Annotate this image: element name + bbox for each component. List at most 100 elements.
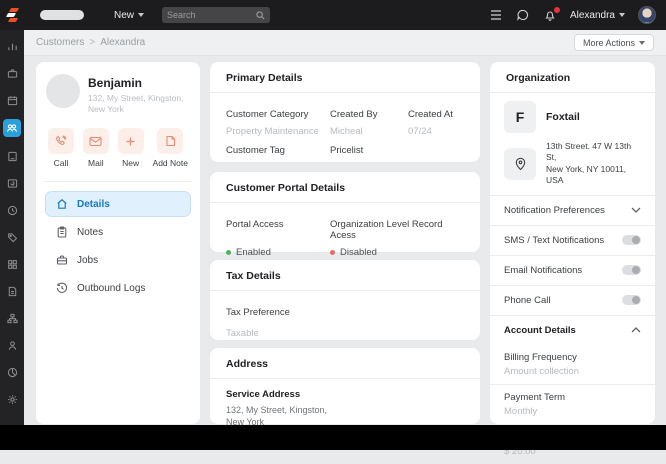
invoices-icon[interactable] (4, 283, 20, 299)
tab-jobs[interactable]: Jobs (46, 248, 190, 272)
home-icon (57, 199, 67, 209)
phone-call-row: Phone Call (490, 284, 655, 315)
field-label: Customer Tag (226, 145, 285, 156)
mail-button[interactable]: Mail (82, 128, 109, 168)
main-content: Benjamin 132, My Street, Kingston, New Y… (24, 56, 666, 457)
sms-notifications-label: SMS / Text Notifications (504, 234, 605, 246)
call-label: Call (53, 158, 69, 169)
more-actions-label: More Actions (582, 37, 635, 48)
field-label: Billing Frequency (504, 351, 577, 363)
organization-name: Foxtail (546, 111, 580, 123)
organization-address: 13th Street. 47 W 13th St, New York, NY … (546, 141, 632, 186)
field-value: Monthly (504, 405, 538, 417)
notification-badge (552, 6, 561, 14)
menu-icon[interactable] (489, 8, 503, 22)
notification-preferences-row[interactable]: Notification Preferences (490, 194, 655, 225)
breadcrumb-bar: Customers > Alexandra More Actions (24, 30, 666, 56)
portal-details-title: Customer Portal Details (210, 172, 480, 203)
quick-actions: Call Mail New Add Note (46, 128, 190, 168)
location-pin-icon (504, 147, 536, 180)
record-access-status: Disabled (330, 243, 464, 258)
field-value: 07/24 (408, 126, 432, 137)
global-search[interactable] (162, 7, 271, 23)
chevron-down-icon (619, 13, 625, 17)
customers-icon[interactable] (3, 119, 21, 137)
status-dot-enabled (226, 250, 231, 255)
more-actions-button[interactable]: More Actions (573, 34, 654, 51)
organization-initial: F (504, 101, 536, 133)
customer-avatar (46, 74, 80, 108)
field-label: Pricelist (330, 145, 364, 156)
address-title: Address (210, 348, 480, 379)
field-value: Taxable (226, 328, 259, 339)
tab-notes-label: Notes (77, 226, 104, 238)
analytics-icon[interactable] (4, 38, 20, 54)
app-logo[interactable] (0, 0, 24, 30)
email-notifications-toggle[interactable] (622, 265, 641, 276)
users-icon[interactable] (4, 337, 20, 353)
email-notifications-row: Email Notifications (490, 254, 655, 285)
quotes-icon[interactable] (4, 175, 20, 191)
search-input[interactable] (167, 10, 257, 20)
timesheet-icon[interactable] (4, 202, 20, 218)
jobs-icon[interactable] (4, 65, 20, 81)
portal-details-card: Customer Portal Details Portal Access Or… (210, 172, 480, 258)
breadcrumb: Customers > Alexandra (36, 37, 145, 48)
field-label: Portal Access (226, 219, 284, 230)
user-avatar[interactable] (638, 6, 656, 24)
call-button[interactable]: Call (48, 128, 74, 168)
divider (44, 181, 192, 183)
organization-card: Organization F Foxtail 13th Street. 47 W… (490, 62, 655, 457)
add-note-button[interactable]: Add Note (153, 128, 188, 168)
new-label: New (122, 158, 140, 169)
add-note-label: Add Note (152, 158, 188, 169)
tax-details-title: Tax Details (210, 260, 480, 291)
teams-icon[interactable] (4, 310, 20, 326)
search-icon (256, 10, 265, 19)
organization-title: Organization (490, 62, 655, 93)
sms-notifications-toggle[interactable] (622, 235, 641, 246)
history-icon (56, 282, 68, 294)
field-label: Created By (330, 109, 378, 120)
chat-icon[interactable] (516, 8, 530, 22)
status-dot-disabled (330, 250, 335, 255)
tags-icon[interactable] (4, 229, 20, 245)
portal-access-status: Enabled (226, 243, 330, 258)
account-details-row[interactable]: Account Details (490, 314, 655, 345)
plus-icon (117, 128, 144, 155)
sms-notifications-row: SMS / Text Notifications (490, 224, 655, 255)
tab-jobs-label: Jobs (77, 254, 99, 266)
tab-details-label: Details (77, 198, 110, 210)
new-menu-button[interactable]: New (114, 10, 145, 21)
bottom-black-strip (0, 425, 666, 450)
tax-details-card: Tax Details Tax Preference Taxable (210, 260, 480, 340)
notes-icon[interactable] (4, 148, 20, 164)
reports-icon[interactable] (4, 364, 20, 380)
breadcrumb-section[interactable]: Customers (36, 37, 84, 48)
billing-frequency-field: Billing Frequency Amount collection (490, 345, 655, 384)
notifications-bell-icon[interactable] (543, 6, 561, 22)
topbar: New Alexandra (0, 0, 666, 30)
field-value: Amount collection (504, 365, 579, 377)
phone-call-toggle[interactable] (622, 295, 641, 306)
field-label: Customer Category (226, 109, 309, 120)
tab-notes[interactable]: Notes (46, 220, 190, 244)
clipboard-icon (57, 226, 67, 238)
chevron-up-icon (631, 327, 641, 333)
tab-outbound-logs[interactable]: Outbound Logs (46, 276, 190, 300)
new-button[interactable]: New (117, 128, 144, 169)
breadcrumb-current: Alexandra (100, 37, 146, 48)
calendar-icon[interactable] (4, 92, 20, 108)
field-label: Payment Term (504, 391, 566, 403)
field-label: Created At (408, 109, 453, 120)
briefcase-icon (56, 255, 68, 265)
settings-gear-icon[interactable] (4, 391, 20, 407)
zuper-logo-icon (5, 8, 19, 22)
service-address-label: Service Address (226, 389, 301, 400)
user-menu[interactable]: Alexandra (570, 10, 625, 21)
field-label: Tax Preference (226, 307, 290, 318)
apps-icon[interactable] (4, 256, 20, 272)
tab-details[interactable]: Details (46, 192, 190, 217)
field-value: Micheal (330, 126, 363, 137)
customer-address: 132, My Street, Kingston, New York (88, 93, 184, 115)
